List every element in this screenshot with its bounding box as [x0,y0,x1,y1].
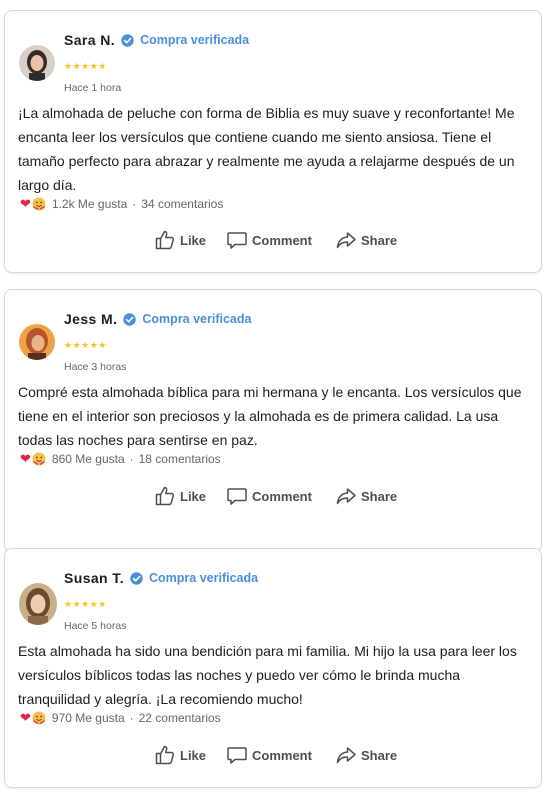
timestamp[interactable]: Hace 3 horas [64,361,126,373]
like-label: Like [180,488,207,504]
review-card: Susan T. Compra verificada ★★★★★ Hace 5 … [4,548,542,788]
verified-purchase-label: Compra verificada [142,312,252,326]
star-rating: ★★★★★ [64,599,107,609]
action-bar: Like Comment Share [5,744,541,768]
reviewer-name[interactable]: Sara N. [64,32,115,48]
separator: · [129,452,134,466]
like-button[interactable]: Like [154,744,206,766]
comment-label: Comment [252,747,312,763]
thumbs-up-icon [154,485,176,507]
share-arrow-icon [335,229,357,251]
verified-purchase-label: Compra verificada [149,571,259,585]
hug-emoji-icon [32,197,46,211]
reviewer-name[interactable]: Jess M. [64,311,117,327]
comment-label: Comment [252,488,312,504]
heart-icon: ❤ [20,451,31,466]
reaction-summary[interactable]: ❤ 970 Me gusta · 22 comentarios [20,710,221,726]
like-label: Like [180,747,207,763]
verified-check-icon [123,312,137,326]
reaction-summary[interactable]: ❤ 860 Me gusta · 18 comentarios [20,451,221,467]
review-text: ¡La almohada de peluche con forma de Bib… [18,105,515,193]
share-arrow-icon [335,485,357,507]
star-rating: ★★★★★ [64,340,107,350]
like-button[interactable]: Like [154,485,206,507]
comment-button[interactable]: Comment [226,485,312,507]
like-button[interactable]: Like [154,229,206,251]
timestamp[interactable]: Hace 1 hora [64,82,121,94]
reviewer-name[interactable]: Susan T. [64,570,124,586]
like-label: Like [180,232,207,248]
reaction-summary[interactable]: ❤ 1.2k Me gusta · 34 comentarios [20,196,223,212]
likes-count: 860 Me gusta [51,452,125,466]
hug-emoji-icon [32,711,46,725]
avatar[interactable] [19,324,55,360]
separator: · [132,197,137,211]
share-label: Share [361,488,398,504]
action-bar: Like Comment Share [5,485,541,509]
comments-count[interactable]: 18 comentarios [139,452,221,466]
likes-count: 1.2k Me gusta [51,197,128,211]
comment-label: Comment [252,232,312,248]
thumbs-up-icon [154,744,176,766]
comment-button[interactable]: Comment [226,229,312,251]
review-card: Jess M. Compra verificada ★★★★★ Hace 3 h… [4,289,542,552]
comment-bubble-icon [226,744,248,766]
share-label: Share [361,747,398,763]
comment-bubble-icon [226,229,248,251]
avatar[interactable] [19,45,55,81]
star-rating: ★★★★★ [64,61,107,71]
thumbs-up-icon [154,229,176,251]
comment-bubble-icon [226,485,248,507]
avatar[interactable] [19,583,57,625]
share-arrow-icon [335,744,357,766]
heart-icon: ❤ [20,710,31,725]
share-button[interactable]: Share [335,229,397,251]
hug-emoji-icon [32,452,46,466]
comment-button[interactable]: Comment [226,744,312,766]
verified-check-icon [130,571,143,585]
review-text: Compré esta almohada bíblica para mi her… [18,384,522,448]
timestamp[interactable]: Hace 5 horas [64,620,126,632]
heart-icon: ❤ [20,196,31,211]
verified-purchase-label: Compra verificada [140,33,250,47]
review-card: Sara N. Compra verificada ★★★★★ Hace 1 h… [4,10,542,273]
separator: · [129,711,134,725]
comments-count[interactable]: 34 comentarios [141,197,223,211]
review-text: Esta almohada ha sido una bendición para… [18,643,517,707]
likes-count: 970 Me gusta [51,711,125,725]
verified-check-icon [121,33,134,47]
share-button[interactable]: Share [335,485,397,507]
comments-count[interactable]: 22 comentarios [139,711,221,725]
share-button[interactable]: Share [335,744,397,766]
share-label: Share [361,232,398,248]
action-bar: Like Comment Share [5,229,541,253]
